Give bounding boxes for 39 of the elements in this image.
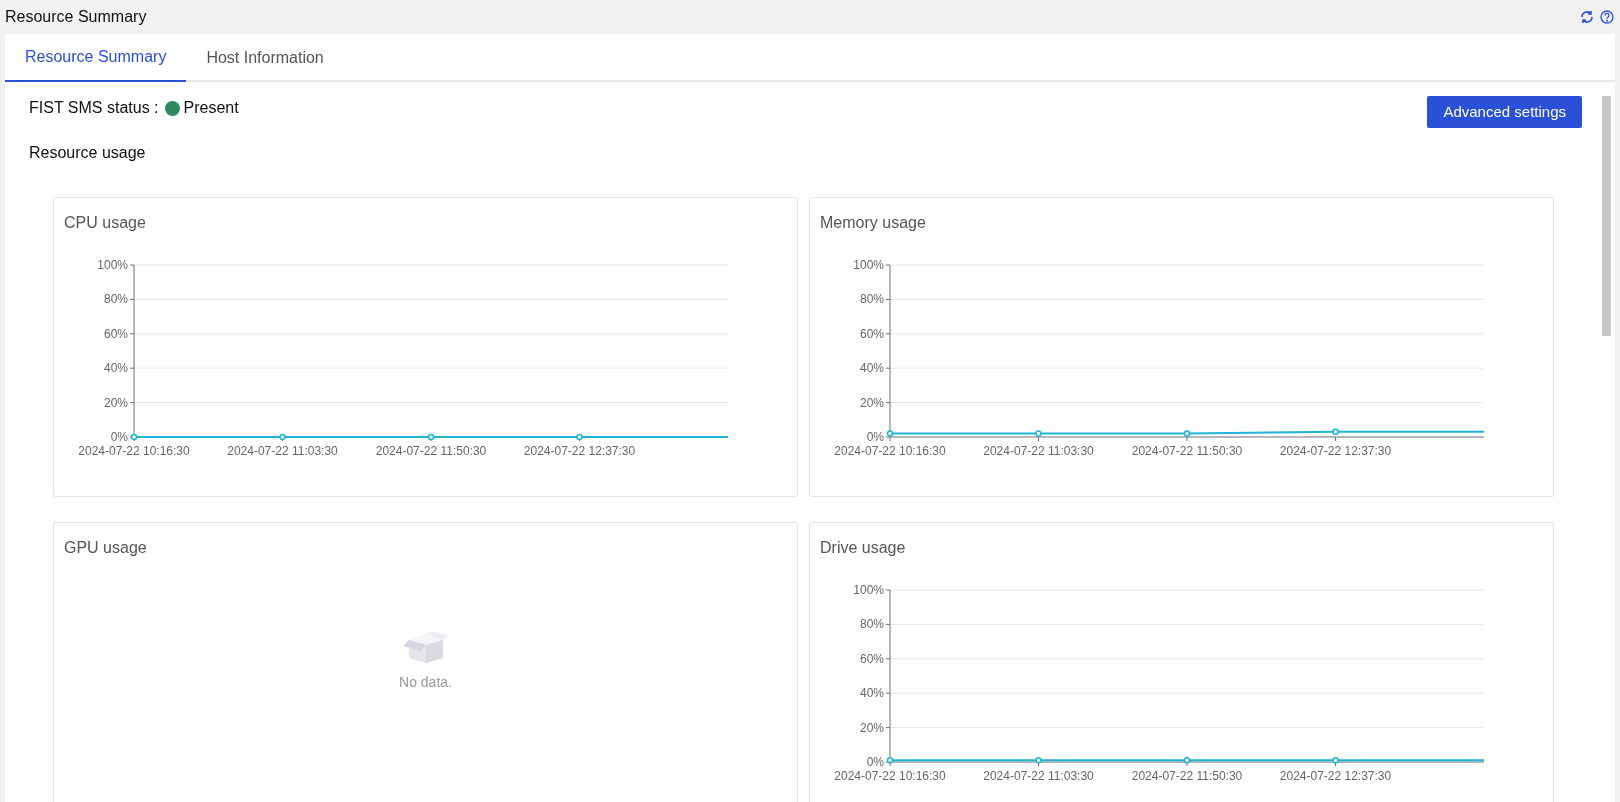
y-tick-label: 0% [110, 430, 128, 444]
y-tick-label: 80% [859, 292, 884, 307]
y-tick-label: 80% [103, 292, 128, 307]
y-tick-label: 80% [859, 617, 884, 632]
x-tick-label: 2024-07-22 10:16:30 [834, 444, 946, 458]
y-tick-label: 60% [859, 326, 884, 341]
x-tick-label: 2024-07-22 12:37:30 [1279, 444, 1392, 458]
y-tick-label: 40% [103, 361, 128, 376]
x-tick-label: 2024-07-22 10:16:30 [834, 769, 946, 783]
x-tick-label: 2024-07-22 10:16:30 [78, 444, 190, 458]
y-tick-label: 100% [853, 258, 884, 272]
x-tick-label: 2024-07-22 11:50:30 [375, 444, 487, 458]
x-tick-label: 2024-07-22 11:03:30 [227, 444, 338, 458]
page-title: Resource Summary [5, 7, 147, 27]
x-tick-label: 2024-07-22 11:03:30 [983, 444, 1094, 458]
y-tick-label: 60% [859, 651, 884, 666]
y-tick-label: 40% [859, 686, 884, 701]
card-title: Memory usage [820, 213, 927, 233]
x-tick-label: 2024-07-22 12:37:30 [523, 444, 636, 458]
card-title: GPU usage [64, 538, 148, 558]
card-title: CPU usage [64, 213, 147, 233]
section-title: Resource usage [29, 143, 147, 163]
status-label: FIST SMS status : [29, 98, 159, 118]
y-tick-label: 20% [103, 395, 128, 410]
x-tick-label: 2024-07-22 11:50:30 [1131, 444, 1243, 458]
status-value: Present [183, 98, 239, 118]
y-tick-label: 20% [859, 395, 884, 410]
x-tick-label: 2024-07-22 12:37:30 [1279, 769, 1392, 783]
y-tick-label: 100% [97, 258, 128, 272]
y-tick-label: 20% [859, 720, 884, 735]
y-tick-label: 0% [866, 430, 884, 444]
y-tick-label: 40% [859, 361, 884, 376]
y-tick-label: 60% [103, 326, 128, 341]
empty-message: No data. [399, 673, 452, 692]
y-tick-label: 0% [866, 755, 884, 769]
y-tick-label: 100% [853, 583, 884, 597]
x-tick-label: 2024-07-22 11:03:30 [983, 769, 1094, 783]
x-tick-label: 2024-07-22 11:50:30 [1131, 769, 1243, 783]
card-title: Drive usage [820, 538, 907, 558]
